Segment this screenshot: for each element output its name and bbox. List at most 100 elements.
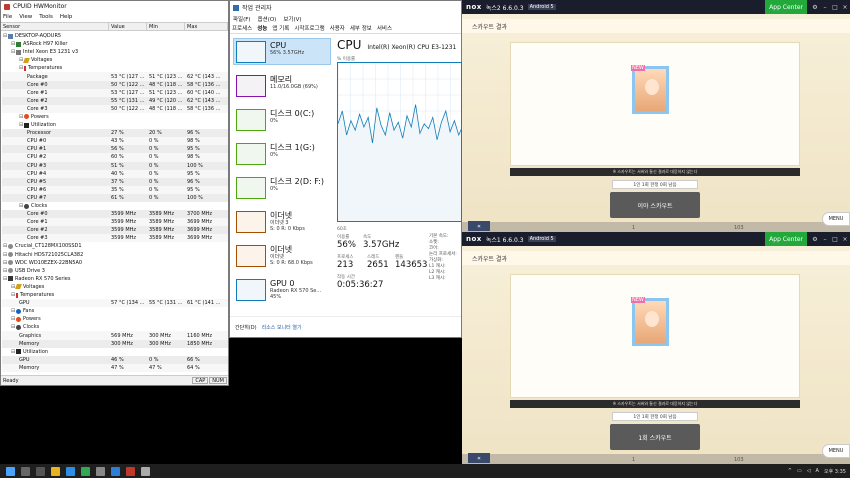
tree-node[interactable]: ⊟ Utilization [2, 121, 228, 129]
column-sensor[interactable]: Sensor [1, 23, 109, 30]
maximize-icon[interactable]: □ [830, 4, 840, 11]
task-view-icon[interactable] [36, 466, 45, 476]
search-icon[interactable] [21, 466, 30, 476]
sensor-row[interactable]: GPU 57 °C (134 ... 55 °C (131 ... 61 °C (14… [2, 299, 228, 308]
tree-node[interactable]: ⊟ Hitachi HDS721025CLA382 [2, 251, 228, 259]
close-icon[interactable]: × [840, 4, 850, 11]
app-icon[interactable] [96, 466, 105, 476]
menu-help[interactable]: Help [60, 14, 73, 20]
menu-file[interactable]: File [3, 14, 12, 20]
hwmonitor-taskbar-icon[interactable] [126, 466, 135, 476]
sensor-row[interactable]: Memory 47 % 47 % 64 % [2, 363, 228, 372]
ime-indicator[interactable]: A [816, 468, 819, 474]
menu-file[interactable]: 파일(F) [233, 15, 251, 23]
member-card[interactable]: NEW [631, 297, 669, 346]
back-button[interactable]: « [468, 453, 490, 463]
column-max[interactable]: Max [185, 23, 228, 30]
tab-performance[interactable]: 성능 [257, 24, 267, 32]
tab-users[interactable]: 사용자 [330, 24, 345, 32]
app-icon[interactable] [141, 466, 150, 476]
nox-player-window[interactable]: nox 녹스2 6.6.0.3 Android 5 App Center ⚙ – □ × 스카우… [462, 0, 850, 232]
game-screen[interactable]: 스카우트 결과 NEW ※ 스카우트는 서버와 통신 결과로 대응하지 않는다 1인 … [462, 246, 850, 464]
member-card[interactable]: NEW [631, 65, 669, 114]
tray-overflow-icon[interactable]: ^ [788, 468, 792, 474]
hwmonitor-titlebar[interactable]: CPUID HWMonitor [1, 1, 228, 12]
tab-startup[interactable]: 시작프로그램 [294, 24, 324, 32]
sensor-row[interactable]: CPU #3 51 % 0 % 100 % [2, 161, 228, 170]
tree-node[interactable]: ⊟ Radeon RX 570 Series [2, 275, 228, 283]
app-center-button[interactable]: App Center [765, 0, 807, 14]
sensor-row[interactable]: GPU 46 % 0 % 66 % [2, 355, 228, 364]
sensor-row[interactable]: Core #0 50 °C (122 ... 48 °C (118 ... 58 °C… [2, 80, 228, 89]
tree-node[interactable]: ⊟ Voltages [2, 56, 228, 64]
minimize-icon[interactable]: – [820, 4, 830, 11]
resource-tile[interactable]: 디스크 0(C:) 0% [233, 106, 331, 133]
resource-tile[interactable]: GPU 0 Radeon RX 570 Se... 45% [233, 276, 331, 303]
menu-tools[interactable]: Tools [39, 14, 53, 20]
sensor-row[interactable]: CPU #1 56 % 0 % 95 % [2, 145, 228, 154]
edge-icon[interactable] [66, 466, 75, 476]
sensor-row[interactable]: Core #0 3599 MHz 3589 MHz 3700 MHz [2, 210, 228, 219]
sensor-row[interactable]: Core #1 3599 MHz 3589 MHz 3699 MHz [2, 218, 228, 227]
menu-view[interactable]: 보기(V) [283, 15, 301, 23]
hwmonitor-window[interactable]: CPUID HWMonitor File View Tools Help Sen… [0, 0, 229, 386]
column-value[interactable]: Value [109, 23, 147, 30]
nox-titlebar[interactable]: nox 녹스1 6.6.0.3 Android 5 App Center ⚙ – □ × [462, 232, 850, 246]
sensor-row[interactable]: Core #3 3599 MHz 3589 MHz 3699 MHz [2, 234, 228, 243]
sensor-row[interactable]: CPU #7 61 % 0 % 100 % [2, 193, 228, 202]
menu-options[interactable]: 옵션(O) [258, 15, 277, 23]
tree-node[interactable]: ⊟ WDC WD10EZEX-22BN5A0 [2, 259, 228, 267]
resource-tile[interactable]: 이더넷 이더넷 3 S: 0 R: 0 Kbps [233, 208, 331, 235]
menu-view[interactable]: View [19, 14, 32, 20]
resource-tile[interactable]: 디스크 2(D: F:) 0% [233, 174, 331, 201]
task-manager-titlebar[interactable]: 작업 관리자 [230, 1, 461, 14]
close-icon[interactable]: × [840, 236, 850, 243]
tab-processes[interactable]: 프로세스 [232, 24, 252, 32]
maximize-icon[interactable]: □ [830, 236, 840, 243]
tree-node[interactable]: ⊟ Crucial_CT128MX100SSD1 [2, 242, 228, 250]
fewer-details-button[interactable]: 간단히(D) [235, 324, 257, 331]
scout-button[interactable]: 1회 스카우트 [610, 424, 700, 450]
menu-button[interactable]: MENU [822, 444, 850, 458]
task-manager-taskbar-icon[interactable] [111, 466, 120, 476]
volume-icon[interactable]: ◁ [807, 468, 811, 474]
resource-tile[interactable]: 이더넷 이더넷 S: 0 R: 68.0 Kbps [233, 242, 331, 269]
minimize-icon[interactable]: – [820, 236, 830, 243]
tree-node[interactable]: ⊟ Powers [2, 113, 228, 121]
network-icon[interactable]: ▭ [797, 468, 802, 474]
clock[interactable]: 오후 3:35 [824, 468, 846, 475]
sensor-row[interactable]: Core #2 55 °C (131 ... 49 °C (120 ... 62 °C… [2, 96, 228, 105]
app-center-button[interactable]: App Center [765, 232, 807, 246]
tree-node[interactable]: ⊟ Intel Xeon E3 1231 v3 [2, 48, 228, 56]
sensor-row[interactable]: Core #1 53 °C (127 ... 51 °C (123 ... 60 °C… [2, 88, 228, 97]
resource-tile[interactable]: 디스크 1(G:) 0% [233, 140, 331, 167]
sensor-row[interactable]: Graphics 569 MHz 300 MHz 1160 MHz [2, 331, 228, 340]
chrome-icon[interactable] [81, 466, 90, 476]
tree-node[interactable]: ⊟ DESKTOP-AQDUR5 [2, 32, 228, 40]
nox-player-window[interactable]: nox 녹스1 6.6.0.3 Android 5 App Center ⚙ – □ × 스카우… [462, 232, 850, 464]
sensor-row[interactable]: CPU #4 40 % 0 % 95 % [2, 169, 228, 178]
tab-details[interactable]: 세부 정보 [350, 24, 372, 32]
sensor-row[interactable]: CPU #5 37 % 0 % 96 % [2, 177, 228, 186]
scout-button[interactable]: 이아 스카우트 [610, 192, 700, 218]
tree-node[interactable]: ⊟ Clocks [2, 323, 228, 331]
sensor-tree[interactable]: ⊟ DESKTOP-AQDUR5 ⊟ ASRock H97 Killer ⊟ Intel … [2, 32, 228, 375]
resource-tile[interactable]: CPU 56% 3.57GHz [233, 38, 331, 65]
back-button[interactable]: « [468, 221, 490, 231]
tree-node[interactable]: ⊟ Clocks [2, 202, 228, 210]
sensor-row[interactable]: Core #2 3599 MHz 3589 MHz 3699 MHz [2, 226, 228, 235]
sensor-row[interactable]: Package 53 °C (127 ... 51 °C (123 ... 62 °C… [2, 72, 228, 81]
sensor-row[interactable]: Processor 27 % 20 % 96 % [2, 129, 228, 138]
tree-node[interactable]: ⊟ Voltages [2, 283, 228, 291]
tree-node[interactable]: ⊟ Utilization [2, 348, 228, 356]
tree-node[interactable]: ⊟ Powers [2, 315, 228, 323]
sensor-row[interactable]: CPU #6 35 % 0 % 95 % [2, 185, 228, 194]
tree-node[interactable]: ⊟ Temperatures [2, 64, 228, 72]
tree-node[interactable]: ⊟ USB Drive 3 [2, 267, 228, 275]
tab-services[interactable]: 서비스 [377, 24, 392, 32]
tab-app-history[interactable]: 앱 기록 [272, 24, 289, 32]
start-icon[interactable] [6, 466, 15, 476]
sensor-row[interactable]: CPU #2 60 % 0 % 98 % [2, 153, 228, 162]
settings-icon[interactable]: ⚙ [810, 236, 820, 243]
tree-node[interactable]: ⊟ ASRock H97 Killer [2, 40, 228, 48]
